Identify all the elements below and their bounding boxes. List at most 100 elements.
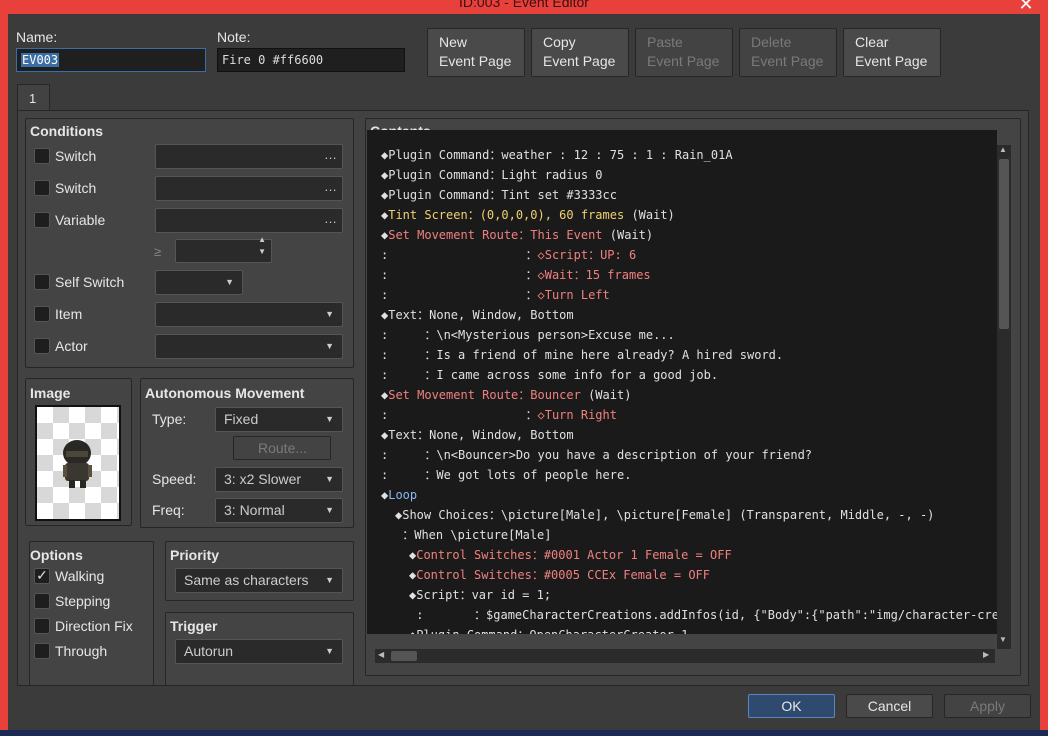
command-line[interactable]: : ：◇Wait：15 frames	[381, 265, 651, 285]
close-icon[interactable]: ✕	[1014, 0, 1038, 15]
command-text: : ：\n<Bouncer>Do you have a description …	[381, 448, 813, 462]
clear-event-page-button[interactable]: Clear Event Page	[843, 28, 941, 77]
copy-event-page-button[interactable]: Copy Event Page	[531, 28, 629, 77]
command-text: Set Movement Route：Bouncer	[388, 388, 589, 402]
note-input[interactable]: Fire 0 #ff6600	[217, 48, 405, 72]
item-dropdown[interactable]: ▼	[155, 302, 343, 327]
command-line[interactable]: ◆Plugin Command：OpenCharacterCreator 1	[409, 625, 688, 634]
command-line[interactable]: ◆Text：None, Window, Bottom	[381, 425, 574, 445]
self-switch-label: Self Switch	[55, 274, 125, 290]
command-list[interactable]: ◆Plugin Command：weather : 12 : 75 : 1 : …	[367, 130, 997, 634]
command-text: : ：	[381, 288, 538, 302]
command-line[interactable]: : ：We got lots of people here.	[381, 465, 631, 485]
chevron-down-icon: ▼	[325, 414, 334, 424]
command-line[interactable]: : ：$gameCharacterCreations.addInfos(id, …	[409, 605, 997, 625]
command-line[interactable]: ◆Plugin Command：Light radius 0	[381, 165, 603, 185]
actor-label: Actor	[55, 338, 88, 354]
new-event-page-button[interactable]: New Event Page	[427, 28, 525, 77]
command-line[interactable]: ：When \picture[Male]	[395, 525, 551, 545]
type-dropdown[interactable]: Fixed ▼	[215, 407, 343, 432]
trigger-title: Trigger	[170, 618, 218, 634]
stepping-checkbox[interactable]	[34, 593, 50, 609]
command-text: : ：	[381, 248, 538, 262]
character-image-preview[interactable]	[35, 405, 121, 521]
cancel-button[interactable]: Cancel	[846, 694, 933, 718]
ok-button[interactable]: OK	[748, 694, 835, 718]
self-switch-dropdown[interactable]: ▼	[155, 270, 243, 295]
freq-dropdown[interactable]: 3: Normal ▼	[215, 498, 343, 523]
trigger-dropdown[interactable]: Autorun ▼	[175, 639, 343, 664]
delete-event-page-button[interactable]: Delete Event Page	[739, 28, 837, 77]
direction-fix-checkbox[interactable]	[34, 618, 50, 634]
actor-dropdown[interactable]: ▼	[155, 334, 343, 359]
command-line[interactable]: ◆Control Switches：#0001 Actor 1 Female =…	[409, 545, 732, 565]
command-text: : ：Is a friend of mine here already? A h…	[381, 348, 784, 362]
scroll-down-icon[interactable]: ▼	[999, 635, 1007, 644]
command-text: ◆Plugin Command：weather : 12 : 75 : 1 : …	[381, 148, 733, 162]
new-page-line2: Event Page	[439, 53, 512, 69]
command-line[interactable]: ◆Plugin Command：Tint set #3333cc	[381, 185, 617, 205]
name-input[interactable]: EV003	[16, 48, 206, 72]
command-text: ◆Plugin Command：Tint set #3333cc	[381, 188, 617, 202]
switch1-label: Switch	[55, 148, 97, 164]
command-line[interactable]: : ：\n<Mysterious person>Excuse me...	[381, 325, 675, 345]
copy-page-line1: Copy	[543, 34, 576, 50]
command-line[interactable]: ◆Set Movement Route：This Event (Wait)	[381, 225, 653, 245]
command-line[interactable]: : ：◇Turn Left	[381, 285, 610, 305]
command-line[interactable]: ◆Control Switches：#0005 CCEx Female = OF…	[409, 565, 710, 585]
scroll-right-icon[interactable]: ▶	[983, 650, 989, 659]
command-line[interactable]: ◆Show Choices：\picture[Male], \picture[F…	[395, 505, 934, 525]
switch1-checkbox[interactable]	[34, 148, 50, 164]
tab-page-1[interactable]: 1	[17, 84, 50, 111]
command-line[interactable]: ◆Tint Screen：(0,0,0,0), 60 frames (Wait)	[381, 205, 675, 225]
command-text: Set Movement Route：This Event	[388, 228, 610, 242]
scroll-up-icon[interactable]: ▲	[999, 145, 1007, 154]
apply-button[interactable]: Apply	[944, 694, 1031, 718]
command-line[interactable]: : ：\n<Bouncer>Do you have a description …	[381, 445, 812, 465]
command-line[interactable]: : ：Is a friend of mine here already? A h…	[381, 345, 783, 365]
copy-page-line2: Event Page	[543, 53, 616, 69]
through-checkbox[interactable]	[34, 643, 50, 659]
spinner-down-icon[interactable]: ▼	[258, 247, 266, 257]
paste-event-page-button[interactable]: Paste Event Page	[635, 28, 733, 77]
walking-checkbox[interactable]: ✓	[34, 568, 50, 584]
trigger-value: Autorun	[184, 643, 234, 659]
speed-dropdown[interactable]: 3: x2 Slower ▼	[215, 467, 343, 492]
variable-label: Variable	[55, 212, 106, 228]
command-line[interactable]: ◆Text：None, Window, Bottom	[381, 305, 574, 325]
spinner-up-icon[interactable]: ▲	[258, 235, 266, 245]
command-text: Loop	[388, 488, 418, 502]
scroll-left-icon[interactable]: ◀	[378, 650, 384, 659]
vertical-scrollbar[interactable]: ▲ ▼	[997, 145, 1011, 649]
command-line[interactable]: ◆Plugin Command：weather : 12 : 75 : 1 : …	[381, 145, 733, 165]
ellipsis-icon: …	[324, 147, 337, 162]
variable-checkbox[interactable]	[34, 212, 50, 228]
command-line[interactable]: : ：◇Turn Right	[381, 405, 617, 425]
horizontal-scroll-thumb[interactable]	[391, 651, 417, 661]
command-text: : ：	[381, 408, 538, 422]
item-label: Item	[55, 306, 83, 322]
command-line[interactable]: ◆Set Movement Route：Bouncer (Wait)	[381, 385, 631, 405]
conditions-title: Conditions	[30, 123, 104, 139]
command-line[interactable]: : ：I came across some info for a good jo…	[381, 365, 718, 385]
switch1-selector[interactable]: …	[155, 144, 343, 169]
command-line[interactable]: ◆Script：var id = 1;	[409, 585, 551, 605]
horizontal-scrollbar[interactable]: ◀ ▶	[375, 649, 995, 663]
command-line[interactable]: ◆Loop	[381, 485, 417, 505]
command-text: : ：	[381, 268, 538, 282]
variable-selector[interactable]: …	[155, 208, 343, 233]
switch2-checkbox[interactable]	[34, 180, 50, 196]
actor-checkbox[interactable]	[34, 338, 50, 354]
ellipsis-icon: …	[324, 179, 337, 194]
switch2-label: Switch	[55, 180, 97, 196]
route-button[interactable]: Route...	[233, 436, 331, 460]
variable-value-spinner[interactable]: ▲ ▼	[175, 235, 272, 263]
self-switch-checkbox[interactable]	[34, 274, 50, 290]
vertical-scroll-thumb[interactable]	[999, 159, 1009, 329]
command-text: : ：$gameCharacterCreations.addInfos(id, …	[409, 608, 997, 622]
switch2-selector[interactable]: …	[155, 176, 343, 201]
command-line[interactable]: : ：◇Script：UP: 6	[381, 245, 636, 265]
priority-dropdown[interactable]: Same as characters ▼	[175, 568, 343, 593]
freq-value: 3: Normal	[224, 502, 285, 518]
item-checkbox[interactable]	[34, 306, 50, 322]
